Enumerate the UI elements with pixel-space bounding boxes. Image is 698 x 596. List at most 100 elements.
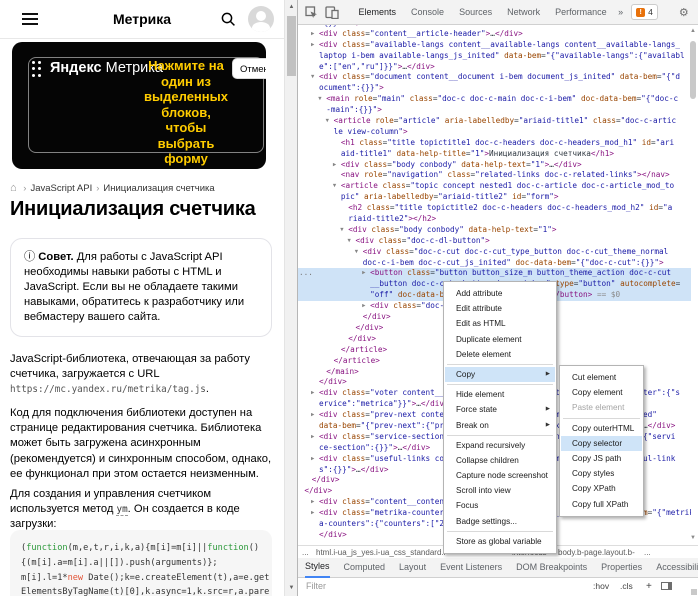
ym-method-term[interactable]: ym (116, 504, 128, 517)
expand-arrow-icon[interactable]: ▶ (362, 268, 370, 279)
dom-tree-line[interactable]: ▼ <article class="topic concept nested1 d… (298, 181, 691, 192)
menu-item-edit-as-html[interactable]: Edit as HTML (445, 316, 555, 331)
expand-arrow-icon[interactable]: ▶ (311, 410, 319, 421)
devtools-tab-network[interactable]: Network (507, 7, 540, 17)
scroll-up-icon[interactable]: ▲ (689, 28, 697, 34)
menu-item-badge-settings[interactable]: Badge settings... (445, 514, 555, 529)
menu-item-expand-recursively[interactable]: Expand recursively (445, 438, 555, 453)
styles-tab-event-listeners[interactable]: Event Listeners (440, 558, 502, 577)
devtools-tab-sources[interactable]: Sources (459, 7, 492, 17)
styles-tab-accessibility[interactable]: Accessibility (656, 558, 698, 577)
menu-item-capture-node-screenshot[interactable]: Capture node screenshot (445, 468, 555, 483)
issues-badge[interactable]: ! 4 (631, 4, 658, 20)
dom-tree-line[interactable]: doc-c-i-bem doc-c-cut_js_inited" doc-dat… (298, 258, 691, 269)
expand-arrow-icon[interactable]: ▶ (362, 301, 370, 312)
dom-breadcrumb-item[interactable]: ... (302, 548, 309, 557)
styles-tab-styles[interactable]: Styles (305, 557, 330, 578)
menu-item-delete-element[interactable]: Delete element (445, 347, 555, 362)
device-toolbar-icon[interactable] (325, 5, 339, 19)
devtools-tab-performance[interactable]: Performance (555, 7, 607, 17)
submenu-item-copy-styles[interactable]: Copy styles (561, 466, 642, 481)
menu-item-break-on[interactable]: Break on ▶ (445, 418, 555, 433)
dom-tree-line[interactable]: -main":{}}"> (298, 105, 691, 116)
devtools-tab-elements[interactable]: Elements (359, 7, 397, 17)
search-icon[interactable] (220, 11, 236, 32)
expand-arrow-icon[interactable]: ▶ (311, 508, 319, 519)
dom-tree-line[interactable]: ▶ <div class="available-langs content__av… (298, 40, 691, 51)
inspect-element-icon[interactable] (305, 5, 318, 19)
expand-arrow-icon[interactable]: ▶ (311, 454, 319, 465)
menu-item-copy[interactable]: Copy ▶ (445, 366, 555, 383)
collapse-arrow-icon[interactable]: ▼ (355, 247, 363, 258)
collapse-arrow-icon[interactable]: ▼ (348, 236, 356, 247)
collapse-arrow-icon[interactable]: ▼ (311, 72, 319, 83)
submenu-item-cut-element[interactable]: Cut element (561, 370, 642, 385)
breadcrumb-item[interactable]: JavaScript API (30, 183, 92, 194)
dom-tree-line[interactable]: le view-column"> (298, 127, 691, 138)
expand-arrow-icon[interactable]: ▶ (311, 497, 319, 508)
expand-arrow-icon[interactable]: ▶ (333, 160, 341, 171)
menu-item-duplicate-element[interactable]: Duplicate element (445, 332, 555, 347)
menu-item-force-state[interactable]: Force state ▶ (445, 402, 555, 417)
submenu-item-copy-outerhtml[interactable]: Copy outerHTML (561, 421, 642, 436)
menu-item-scroll-into-view[interactable]: Scroll into view (445, 483, 555, 498)
dom-tree-line[interactable]: <nav role="navigation" class="related-li… (298, 170, 691, 181)
dom-breadcrumb-item[interactable]: html.i-ua_js_yes.i-ua_css_standard.i- (316, 548, 448, 557)
elements-scrollbar-thumb[interactable] (690, 41, 696, 99)
dom-tree-line[interactable]: ▼ <div class="body conbody" data-help-tex… (298, 225, 691, 236)
dom-tree-line[interactable]: ▼ <div class="doc-c-dl-button"> (298, 236, 691, 247)
dom-tree-line[interactable]: <h2 class="title topictitle2 doc-c-heade… (298, 203, 691, 214)
breadcrumb-item[interactable]: Инициализация счетчика (103, 183, 214, 194)
styles-tab-dom-breakpoints[interactable]: DOM Breakpoints (516, 558, 587, 577)
styles-tab-computed[interactable]: Computed (344, 558, 386, 577)
menu-item-hide-element[interactable]: Hide element (445, 387, 555, 402)
devtools-tab-console[interactable]: Console (411, 7, 444, 17)
dom-tree-line[interactable]: ▼ <article role="article" aria-labelledby… (298, 116, 691, 127)
toggle-sidebar-icon[interactable] (661, 582, 672, 590)
class-toggle[interactable]: .cls (620, 581, 633, 591)
submenu-item-copy-element[interactable]: Copy element (561, 385, 642, 400)
pseudo-state-toggle[interactable]: :hov (593, 581, 609, 591)
dom-tree-line[interactable]: ocument":{}}"> (298, 83, 691, 94)
expand-arrow-icon[interactable]: ▶ (311, 29, 319, 40)
menu-item-focus[interactable]: Focus (445, 498, 555, 513)
elements-scrollbar[interactable]: ▲ ▼ (688, 25, 698, 545)
menu-item-store-as-global-variable[interactable]: Store as global variable (445, 534, 555, 549)
styles-tab-properties[interactable]: Properties (601, 558, 642, 577)
dom-tree-line[interactable]: pic" aria-labelledby="ariaid-title2" id=… (298, 192, 691, 203)
avatar[interactable] (248, 6, 274, 32)
home-icon[interactable]: ⌂ (10, 182, 17, 194)
submenu-item-copy-js-path[interactable]: Copy JS path (561, 451, 642, 466)
menu-item-edit-attribute[interactable]: Edit attribute (445, 301, 555, 316)
dom-tree-line[interactable]: ▼ <div class="document content__document … (298, 72, 691, 83)
dom-tree-line[interactable]: ▶ <div class="content__article-header">…<… (298, 29, 691, 40)
styles-scrollbar-thumb[interactable] (691, 589, 697, 595)
node-options-dots[interactable]: ... (299, 268, 313, 279)
dom-breadcrumb-item[interactable]: ... (644, 548, 651, 557)
dom-tree-line[interactable]: ▼ <div class="doc-c-cut doc-c-cut_type_bu… (298, 247, 691, 258)
menu-item-add-attribute[interactable]: Add attribute (445, 286, 555, 301)
styles-tab-layout[interactable]: Layout (399, 558, 426, 577)
expand-arrow-icon[interactable]: ▶ (311, 432, 319, 443)
cancel-button[interactable]: Отменить (232, 58, 266, 79)
dom-tree-line[interactable]: ... ▶ <button class="button button_size_m … (298, 268, 691, 280)
dom-tree-line[interactable]: e":["en","ru"]}}">…</div> (298, 62, 691, 73)
page-scrollbar[interactable]: ▲ ▼ (284, 0, 297, 596)
dom-breadcrumb-item[interactable]: body.b-page.layout.b- (558, 548, 635, 557)
submenu-item-copy-selector[interactable]: Copy selector (561, 435, 642, 451)
collapse-arrow-icon[interactable]: ▼ (333, 181, 341, 192)
menu-item-collapse-children[interactable]: Collapse children (445, 453, 555, 468)
page-scrollbar-thumb[interactable] (287, 16, 296, 76)
scroll-down-icon[interactable]: ▼ (689, 535, 697, 541)
collapse-arrow-icon[interactable]: ▼ (340, 225, 348, 236)
dom-tree-line[interactable]: ▶ <div class="body conbody" data-help-tex… (298, 160, 691, 171)
submenu-item-copy-full-xpath[interactable]: Copy full XPath (561, 497, 642, 512)
dom-tree-line[interactable]: <h1 class="title topictitle1 doc-c-heade… (298, 138, 691, 149)
styles-filter-input[interactable]: Filter (306, 581, 326, 591)
expand-arrow-icon[interactable]: ▶ (311, 388, 319, 399)
expand-arrow-icon[interactable]: ▶ (311, 40, 319, 51)
more-tabs-button[interactable]: » (618, 7, 623, 17)
settings-gear-icon[interactable]: ⚙ (679, 6, 689, 19)
dom-tree-line[interactable]: aid-title1" data-help-title="1">Инициали… (298, 149, 691, 160)
collapse-arrow-icon[interactable]: ▼ (326, 116, 334, 127)
